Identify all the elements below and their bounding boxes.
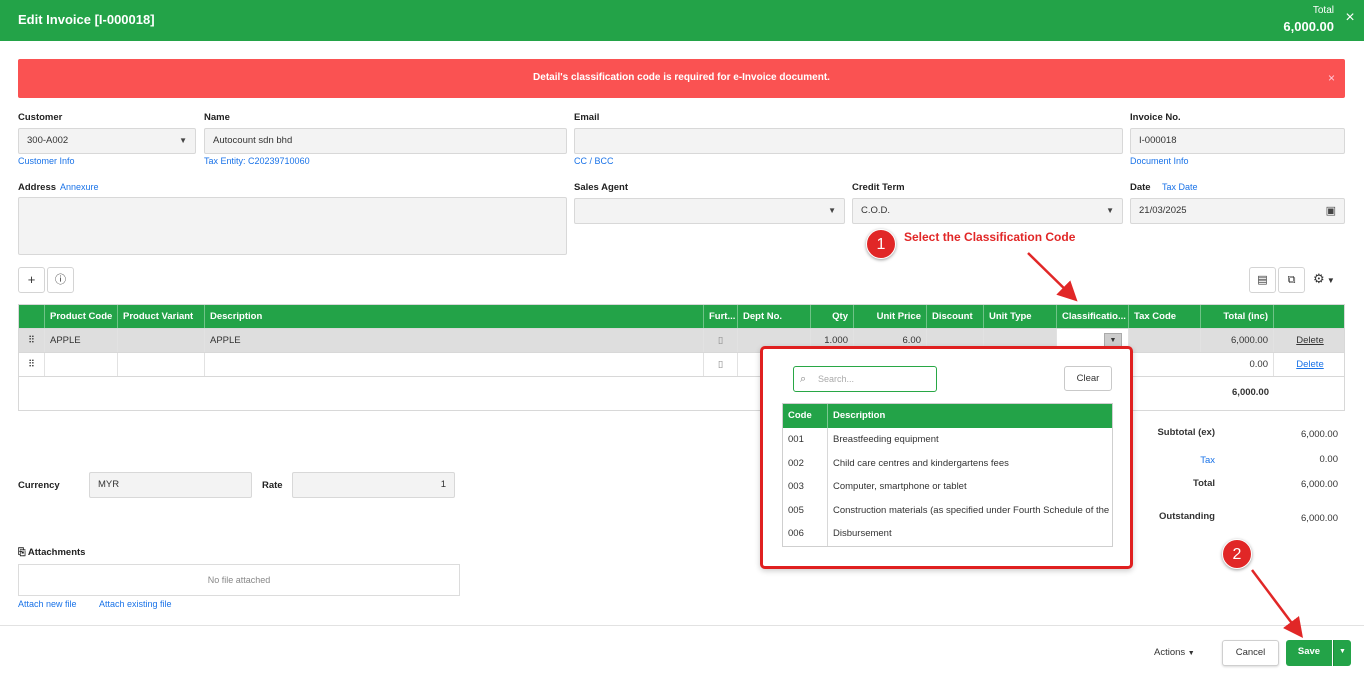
step-2-badge: 2	[1222, 539, 1252, 569]
step-1-badge: 1	[866, 229, 896, 259]
step-1-text: Select the Classification Code	[904, 230, 1076, 244]
arrow-to-classification	[1027, 252, 1078, 302]
arrow-to-save	[1251, 569, 1303, 638]
annotation-arrows	[1027, 252, 1303, 638]
